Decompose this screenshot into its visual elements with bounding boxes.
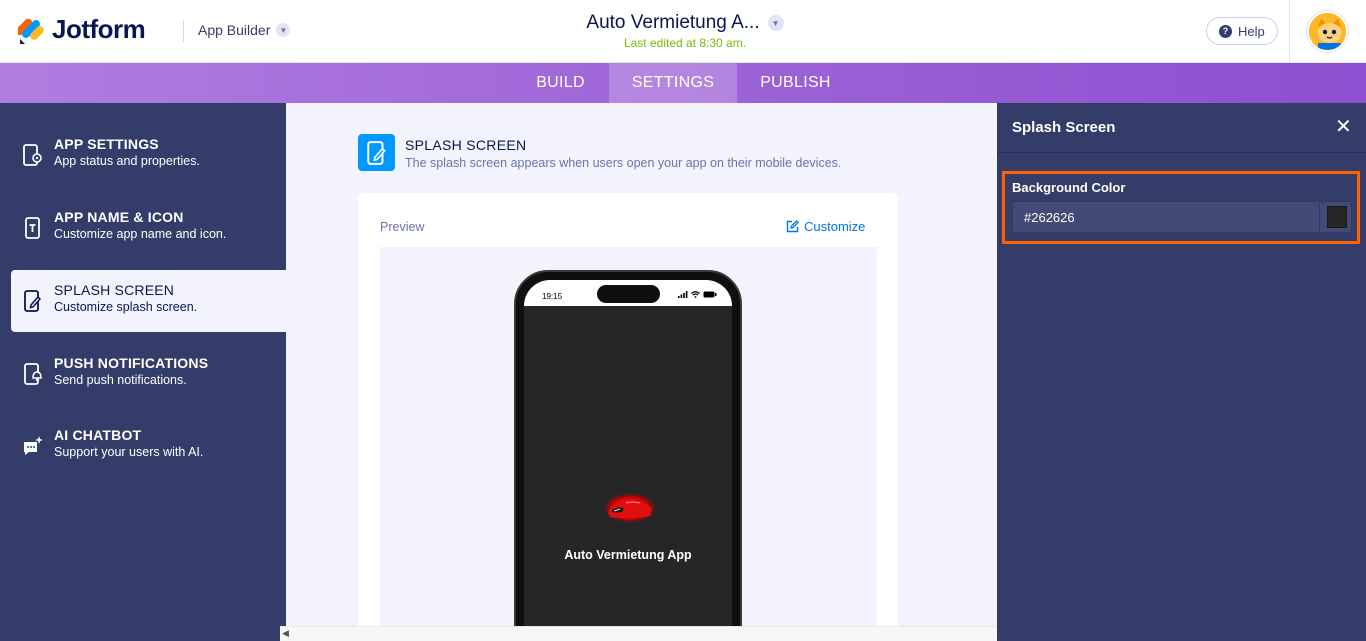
sidebar-item-subtitle: Send push notifications. [54, 373, 187, 387]
dynamic-island [597, 285, 660, 303]
phone-edit-icon [366, 140, 386, 165]
phone-gear-icon [23, 144, 42, 166]
battery-icon [703, 291, 717, 298]
signal-icon [678, 291, 688, 298]
main-content: SPLASH SCREEN The splash screen appears … [286, 103, 997, 641]
form-title: Auto Vermietung A... [586, 12, 760, 33]
splash-section-icon [358, 134, 395, 171]
color-swatch-button[interactable] [1319, 202, 1353, 232]
sidebar-item-title: APP NAME & ICON [54, 209, 184, 225]
section-title: SPLASH SCREEN [405, 137, 527, 153]
section-description: The splash screen appears when users ope… [405, 156, 842, 170]
horizontal-scrollbar[interactable]: ◀ [280, 626, 997, 641]
chevron-down-icon: ▼ [276, 23, 291, 37]
sidebar-item-title: APP SETTINGS [54, 136, 159, 152]
chevron-down-icon: ▼ [767, 15, 784, 31]
phone-mockup: 19:15 Auto Vermietung App [514, 270, 742, 641]
phone-status-bar: 19:15 [524, 280, 732, 306]
background-color-value: #262626 [1024, 210, 1075, 225]
scroll-left-icon[interactable]: ◀ [282, 628, 289, 639]
splash-app-name: Auto Vermietung App [564, 548, 692, 562]
properties-panel: Splash Screen ✕ Background Color #262626 [997, 103, 1366, 641]
wifi-icon [691, 291, 700, 298]
background-color-label: Background Color [1012, 180, 1126, 195]
app-logo-car-image [602, 492, 658, 524]
main-tabbar: BUILD SETTINGS PUBLISH [0, 63, 1366, 103]
customize-label: Customize [804, 219, 866, 234]
panel-divider [997, 152, 1366, 153]
sidebar-item-push-notifications[interactable]: PUSH NOTIFICATIONS Send push notificatio… [11, 343, 286, 405]
close-icon[interactable]: ✕ [1335, 117, 1352, 137]
sidebar-item-title: AI CHATBOT [54, 427, 142, 443]
edit-icon [786, 220, 799, 233]
preview-card: Preview Customize 19:15 Auto Vermietung … [358, 193, 898, 641]
background-color-field[interactable]: #262626 [1012, 201, 1352, 233]
panel-title: Splash Screen [1012, 119, 1116, 136]
sidebar-item-app-settings[interactable]: APP SETTINGS App status and properties. [11, 124, 286, 186]
sidebar-item-subtitle: Customize app name and icon. [54, 227, 227, 241]
header-separator [1289, 0, 1290, 63]
settings-sidebar: APP SETTINGS App status and properties. … [0, 103, 286, 641]
form-title-block: Auto Vermietung A... ▼ Last edited at 8:… [540, 12, 830, 50]
phone-edit-icon [24, 290, 42, 312]
sidebar-item-subtitle: App status and properties. [54, 154, 200, 168]
phone-preview-area: 19:15 Auto Vermietung App [380, 247, 877, 641]
question-icon: ? [1219, 24, 1232, 38]
sidebar-item-app-name-icon[interactable]: APP NAME & ICON Customize app name and i… [11, 197, 286, 259]
app-builder-dropdown[interactable]: App Builder ▼ [198, 22, 291, 38]
chat-sparkle-icon [24, 436, 43, 455]
phone-text-icon [25, 217, 40, 239]
color-swatch [1327, 206, 1347, 228]
sidebar-item-title: SPLASH SCREEN [54, 282, 175, 298]
avatar-cat-icon [1309, 13, 1346, 50]
help-button[interactable]: ? Help [1206, 17, 1278, 45]
jotform-logo[interactable]: Jotform [18, 14, 146, 45]
header-divider [183, 20, 184, 42]
avatar[interactable] [1307, 11, 1348, 52]
help-label: Help [1238, 23, 1265, 39]
customize-link[interactable]: Customize [786, 219, 865, 234]
sidebar-item-subtitle: Support your users with AI. [54, 445, 204, 459]
top-header: Jotform App Builder ▼ Auto Vermietung A.… [0, 0, 1366, 63]
preview-label: Preview [380, 220, 425, 234]
form-title-dropdown[interactable]: Auto Vermietung A... ▼ [586, 12, 784, 34]
phone-time: 19:15 [542, 292, 563, 301]
app-builder-label: App Builder [198, 22, 271, 38]
status-icons [678, 291, 717, 298]
sidebar-item-ai-chatbot[interactable]: AI CHATBOT Support your users with AI. [11, 415, 286, 477]
tab-publish[interactable]: PUBLISH [737, 63, 854, 103]
tab-settings[interactable]: SETTINGS [609, 63, 737, 103]
jotform-logo-icon [18, 18, 44, 44]
last-edited-text: Last edited at 8:30 am. [623, 36, 747, 50]
brand-name: Jotform [52, 14, 146, 44]
sidebar-item-splash-screen[interactable]: SPLASH SCREEN Customize splash screen. [11, 270, 286, 332]
phone-bell-icon [24, 363, 42, 385]
tab-build[interactable]: BUILD [512, 63, 609, 103]
splash-screen-preview: 19:15 Auto Vermietung App [524, 280, 732, 641]
sidebar-item-subtitle: Customize splash screen. [54, 300, 198, 314]
sidebar-item-title: PUSH NOTIFICATIONS [54, 355, 209, 371]
